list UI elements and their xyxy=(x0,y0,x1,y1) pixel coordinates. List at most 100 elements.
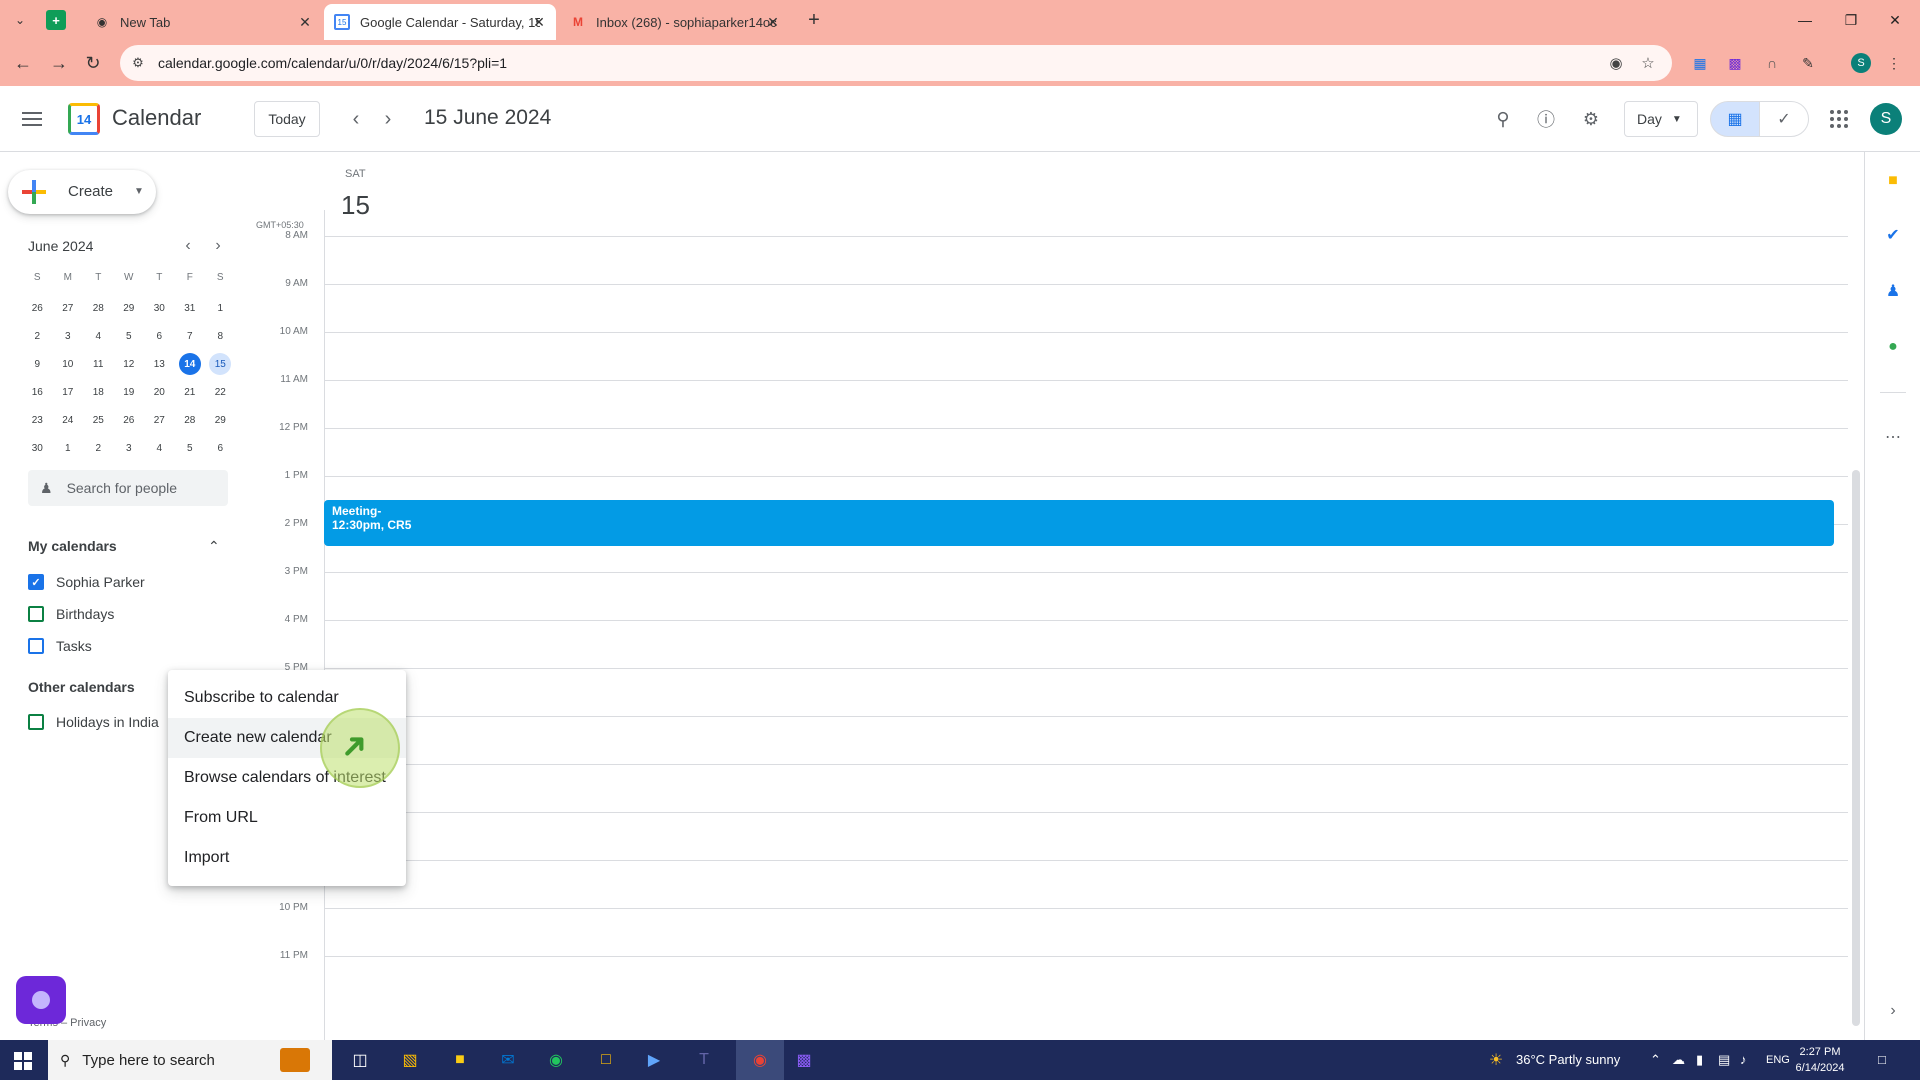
mini-day[interactable]: 12 xyxy=(114,350,145,378)
checkbox-icon[interactable] xyxy=(28,714,44,730)
tray-chevron-icon[interactable]: ⌃ xyxy=(1650,1052,1661,1068)
app-title[interactable]: Calendar xyxy=(112,105,201,131)
floating-assistant-icon[interactable] xyxy=(16,976,66,1024)
site-info-icon[interactable]: ⚙ xyxy=(128,53,148,73)
taskbar-clock[interactable]: 2:27 PM 6/14/2024 xyxy=(1782,1044,1858,1076)
mini-day[interactable]: 27 xyxy=(53,294,84,322)
extension-purple-icon[interactable]: ▩ xyxy=(1725,53,1745,73)
mini-day[interactable]: 25 xyxy=(83,406,114,434)
tasks-icon[interactable]: ✔ xyxy=(1882,224,1904,246)
view-switcher-select[interactable]: Day ▼ xyxy=(1624,101,1698,137)
calendar-item-birthdays[interactable]: Birthdays xyxy=(28,602,114,626)
mini-next-month-icon[interactable]: › xyxy=(208,236,228,256)
onedrive-icon[interactable]: ☁ xyxy=(1672,1052,1685,1068)
address-bar[interactable]: ⚙ calendar.google.com/calendar/u/0/r/day… xyxy=(120,45,1672,81)
tasks-view-toggle-icon[interactable]: ✓ xyxy=(1759,101,1809,137)
mini-day[interactable]: 4 xyxy=(83,322,114,350)
restore-window-icon[interactable]: ❐ xyxy=(1836,6,1866,34)
other-calendars-title[interactable]: Other calendars xyxy=(28,679,135,695)
create-button[interactable]: Create ▼ xyxy=(8,170,156,214)
mini-day[interactable]: 1 xyxy=(205,294,236,322)
mini-day[interactable]: 2 xyxy=(83,434,114,462)
previous-period-icon[interactable]: ‹ xyxy=(344,107,368,131)
more-dots-icon[interactable]: ⋯ xyxy=(1882,426,1904,448)
sticky-notes-icon[interactable]: ■ xyxy=(446,1046,474,1074)
mini-day[interactable]: 14 xyxy=(175,350,206,378)
mini-day[interactable]: 6 xyxy=(205,434,236,462)
close-tab-icon[interactable]: ✕ xyxy=(764,13,782,31)
mini-day[interactable]: 29 xyxy=(205,406,236,434)
chrome-icon[interactable]: ◉ xyxy=(746,1046,774,1074)
media-app-icon[interactable]: ▶ xyxy=(640,1046,668,1074)
file-explorer-icon[interactable]: ▧ xyxy=(396,1046,424,1074)
extensions-puzzle-icon[interactable]: ✎ xyxy=(1798,53,1818,73)
browser-tab-calendar[interactable]: 15 Google Calendar - Saturday, 15 ✕ xyxy=(324,4,556,40)
mini-day[interactable]: 19 xyxy=(114,378,145,406)
checkbox-icon[interactable] xyxy=(28,606,44,622)
mini-day[interactable]: 17 xyxy=(53,378,84,406)
maps-pin-icon[interactable]: ● xyxy=(1882,336,1904,358)
calendar-item-sophia-parker[interactable]: ✓ Sophia Parker xyxy=(28,570,145,594)
calendar-item-holidays-india[interactable]: Holidays in India xyxy=(28,710,159,734)
menu-item-from-url[interactable]: From URL xyxy=(168,798,406,838)
outlook-icon[interactable]: ✉ xyxy=(494,1046,522,1074)
mini-previous-month-icon[interactable]: ‹ xyxy=(178,236,198,256)
calendar-view-toggle-icon[interactable]: ▦ xyxy=(1710,101,1760,137)
mini-day[interactable]: 28 xyxy=(83,294,114,322)
mini-day[interactable]: 3 xyxy=(53,322,84,350)
mini-day[interactable]: 1 xyxy=(53,434,84,462)
mini-day[interactable]: 21 xyxy=(175,378,206,406)
close-window-icon[interactable]: ✕ xyxy=(1880,6,1910,34)
mini-day[interactable]: 7 xyxy=(175,322,206,350)
grid-scrollbar[interactable] xyxy=(1852,470,1860,1026)
mini-day[interactable]: 11 xyxy=(83,350,114,378)
mini-day[interactable]: 15 xyxy=(205,350,236,378)
edge-icon[interactable]: ◉ xyxy=(542,1046,570,1074)
mini-day[interactable]: 29 xyxy=(114,294,145,322)
next-period-icon[interactable]: › xyxy=(376,107,400,131)
mini-day[interactable]: 6 xyxy=(144,322,175,350)
teams-icon[interactable]: T xyxy=(690,1046,718,1074)
reload-icon[interactable]: ↻ xyxy=(80,50,106,76)
search-icon[interactable]: ⚲ xyxy=(1490,106,1516,132)
browser-tab-new-tab[interactable]: ◉ New Tab ✕ xyxy=(82,4,322,40)
help-icon[interactable]: ⓘ xyxy=(1533,106,1559,132)
mini-day[interactable]: 22 xyxy=(205,378,236,406)
day-number[interactable]: 15 xyxy=(341,190,370,221)
mini-day[interactable]: 10 xyxy=(53,350,84,378)
extension-doc-icon[interactable]: ▦ xyxy=(1690,53,1710,73)
checkbox-icon[interactable] xyxy=(28,638,44,654)
windows-start-icon[interactable] xyxy=(14,1052,32,1070)
today-button[interactable]: Today xyxy=(254,101,320,137)
mini-day[interactable]: 18 xyxy=(83,378,114,406)
calendar-logo-icon[interactable]: 14 xyxy=(68,103,100,135)
close-tab-icon[interactable]: ✕ xyxy=(530,13,548,31)
mini-day[interactable]: 28 xyxy=(175,406,206,434)
minimize-window-icon[interactable]: — xyxy=(1790,6,1820,34)
mini-day[interactable]: 16 xyxy=(22,378,53,406)
sheets-pinned-tab-icon[interactable]: + xyxy=(46,10,66,30)
mini-day[interactable]: 31 xyxy=(175,294,206,322)
event-meeting[interactable]: Meeting- 12:30pm, CR5 xyxy=(324,500,1834,546)
tab-search-chevron-icon[interactable]: ⌄ xyxy=(8,8,32,32)
back-arrow-icon[interactable]: ← xyxy=(10,50,36,76)
extension-arc-icon[interactable]: ∩ xyxy=(1762,53,1782,73)
close-tab-icon[interactable]: ✕ xyxy=(296,13,314,31)
mini-day[interactable]: 13 xyxy=(144,350,175,378)
browser-profile-avatar[interactable]: S xyxy=(1851,53,1871,73)
mini-day[interactable]: 23 xyxy=(22,406,53,434)
volume-icon[interactable]: ♪ xyxy=(1740,1052,1747,1067)
taskbar-search-input[interactable]: ⚲ Type here to search xyxy=(48,1040,332,1080)
settings-gear-icon[interactable]: ⚙ xyxy=(1578,106,1604,132)
notifications-icon[interactable]: □ xyxy=(1878,1052,1886,1067)
new-tab-plus-icon[interactable]: + xyxy=(802,8,826,32)
my-calendars-title[interactable]: My calendars xyxy=(28,538,117,554)
mini-day[interactable]: 30 xyxy=(22,434,53,462)
keep-icon[interactable]: ■ xyxy=(1882,170,1904,192)
bookmark-star-icon[interactable]: ☆ xyxy=(1638,53,1658,73)
mini-day[interactable]: 3 xyxy=(114,434,145,462)
mini-day[interactable]: 26 xyxy=(22,294,53,322)
forward-arrow-icon[interactable]: → xyxy=(46,50,72,76)
collapse-chevron-up-icon[interactable]: ⌃ xyxy=(208,538,220,555)
purple-app-icon[interactable]: ▩ xyxy=(790,1046,818,1074)
